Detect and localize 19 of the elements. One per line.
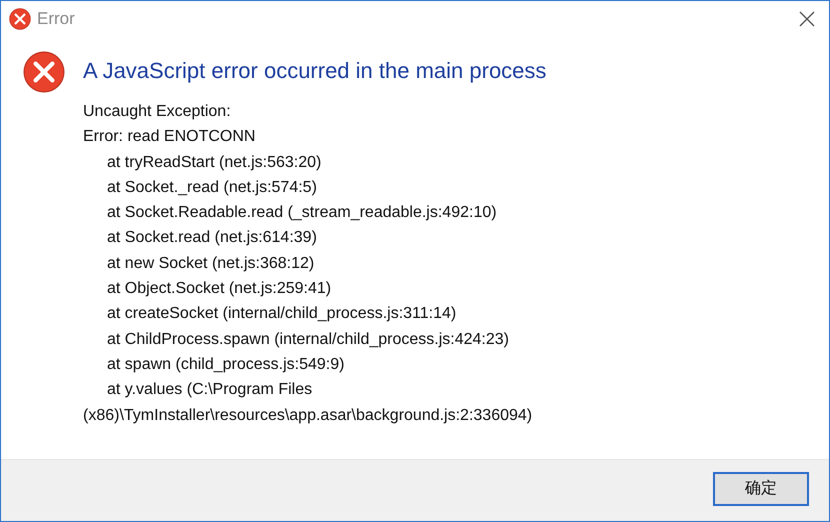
- window-title: Error: [37, 8, 75, 30]
- error-icon: [23, 51, 65, 93]
- error-heading: A JavaScript error occurred in the main process: [83, 57, 546, 85]
- stack-trace-line: Uncaught Exception:: [83, 102, 232, 122]
- stack-trace-line: at Socket._read (net.js:574:5): [106, 178, 318, 198]
- ok-button[interactable]: 确定: [713, 472, 809, 506]
- stack-trace-line: at createSocket (internal/child_process.js:311:14): [106, 304, 458, 324]
- error-icon: [9, 8, 31, 30]
- stack-trace-line: (x86)\TymInstaller\resources\app.asar\background.js:2:336094): [83, 406, 534, 426]
- stack-trace-line: at Socket.Readable.read (_stream_readable.js:492:10): [106, 203, 498, 224]
- stack-trace-line: at Socket.read (net.js:614:39): [106, 228, 318, 248]
- stack-trace-line: at y.values (C:\Program Files: [106, 380, 314, 400]
- stack-trace-line: at ChildProcess.spawn (internal/child_process.js:424:23): [106, 330, 510, 350]
- close-icon[interactable]: [799, 11, 815, 27]
- stack-trace-line: at tryReadStart (net.js:563:20): [106, 152, 322, 173]
- stack-trace-line: at new Socket (net.js:368:12): [106, 254, 316, 274]
- stack-trace-line: at Object.Socket (net.js:259:41): [106, 279, 332, 300]
- stack-trace-line: Error: read ENOTCONN: [83, 127, 256, 148]
- stack-trace-line: at spawn (child_process.js:549:9): [106, 354, 346, 375]
